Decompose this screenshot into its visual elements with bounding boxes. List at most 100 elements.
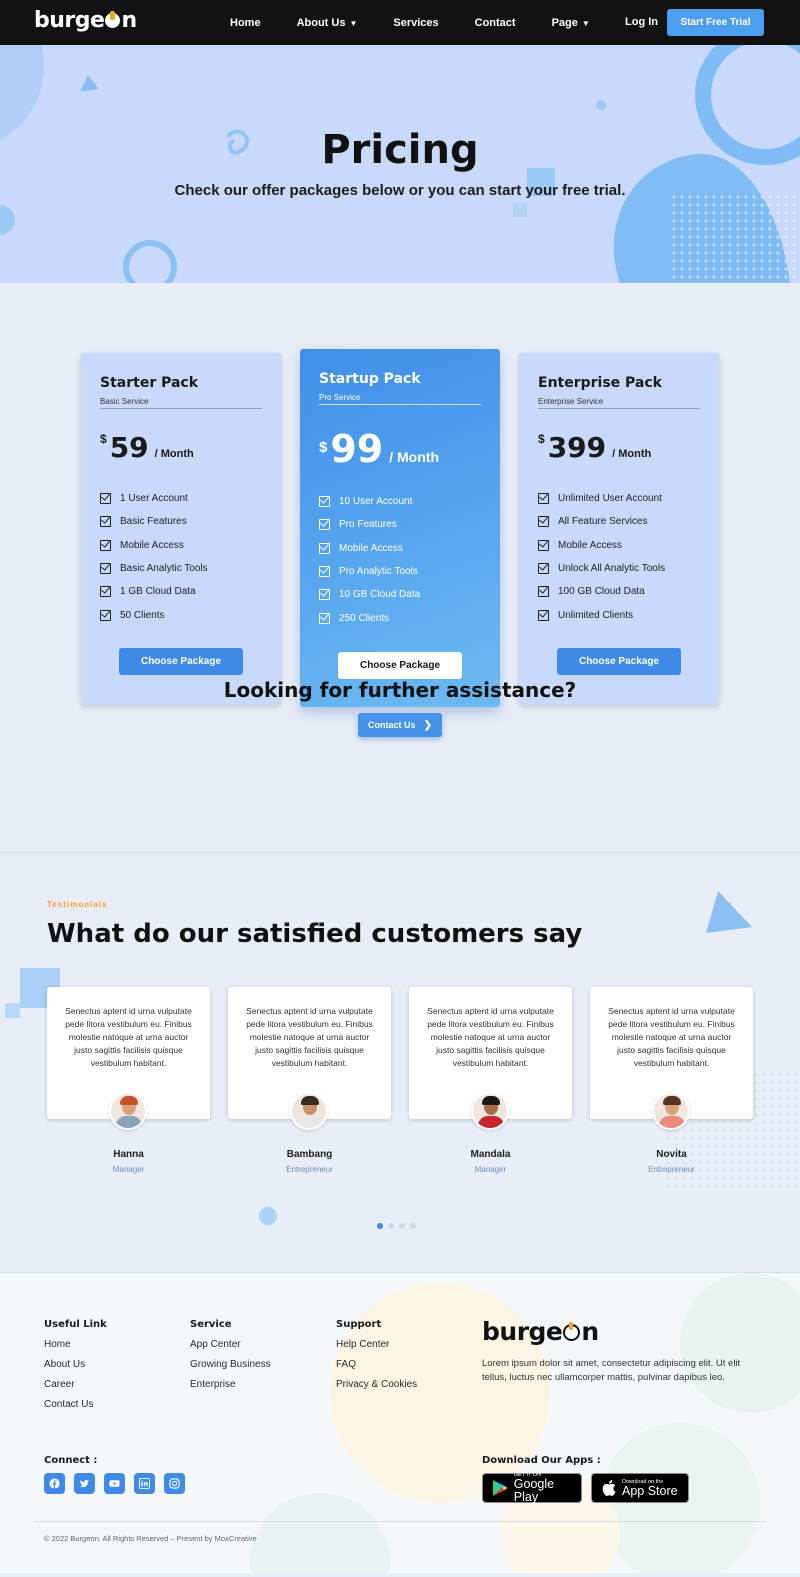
app-store-badge[interactable]: Download on the App Store <box>591 1473 689 1503</box>
testimonial-quote: Senectus aptent id urna vulputate pede l… <box>65 1006 192 1068</box>
nav-services[interactable]: Services <box>393 17 438 29</box>
feature-item: Pro Analytic Tools <box>319 560 420 583</box>
testimonial-role: Entrepreneur <box>286 1165 333 1174</box>
footer-link[interactable]: App Center <box>190 1339 271 1359</box>
pricing-card-enterprise: Enterprise Pack Enterprise Service $ 399… <box>519 353 719 705</box>
testimonial-role: Manager <box>112 1165 145 1174</box>
instagram-icon[interactable] <box>164 1473 185 1494</box>
footer-logo[interactable]: burge n <box>482 1317 599 1346</box>
google-play-icon <box>492 1480 508 1496</box>
feature-item: Unlock All Analytic Tools <box>538 557 665 580</box>
feature-item: 10 User Account <box>319 490 420 513</box>
price-currency: $ <box>538 432 545 446</box>
footer-link[interactable]: Enterprise <box>190 1379 271 1399</box>
pricing-section: Starter Pack Basic Service $ 59 / Month … <box>0 283 800 853</box>
nav-about[interactable]: About Us ▼ <box>297 17 358 29</box>
choose-package-button[interactable]: Choose Package <box>557 648 681 675</box>
checkbox-checked-icon <box>538 539 549 551</box>
avatar <box>109 1092 147 1130</box>
chevron-right-icon: ❯ <box>423 719 432 731</box>
footer-link[interactable]: Privacy & Cookies <box>336 1379 417 1399</box>
footer-divider <box>34 1521 766 1522</box>
checkbox-checked-icon <box>100 609 111 621</box>
footer-link[interactable]: Growing Business <box>190 1359 271 1379</box>
testimonial-role: Manager <box>474 1165 507 1174</box>
nav-home[interactable]: Home <box>230 17 261 29</box>
footer-support-links: Support Help Center FAQ Privacy & Cookie… <box>336 1319 417 1399</box>
checkbox-checked-icon <box>538 516 549 528</box>
feature-item: Basic Features <box>100 510 208 533</box>
feature-item: 250 Clients <box>319 606 420 629</box>
feature-item: All Feature Services <box>538 510 665 533</box>
plan-subtitle: Basic Service <box>100 397 262 409</box>
plan-price: $ 99 / Month <box>319 427 439 471</box>
feature-item: 50 Clients <box>100 603 208 626</box>
testimonial-quote: Senectus aptent id urna vulputate pede l… <box>427 1006 554 1068</box>
carousel-dot[interactable] <box>377 1223 383 1229</box>
checkbox-checked-icon <box>319 589 330 601</box>
start-trial-button[interactable]: Start Free Trial <box>667 9 764 36</box>
footer-heading: Useful Link <box>44 1319 107 1330</box>
feature-item: Mobile Access <box>100 534 208 557</box>
nav-contact[interactable]: Contact <box>475 17 516 29</box>
plan-subtitle: Pro Service <box>319 393 481 405</box>
login-link[interactable]: Log In <box>625 16 658 28</box>
footer-link[interactable]: Home <box>44 1339 107 1359</box>
price-currency: $ <box>319 439 328 456</box>
footer-link[interactable]: About Us <box>44 1359 107 1379</box>
testimonials-section: Testimonials What do our satisfied custo… <box>0 853 800 1273</box>
footer-useful-links: Useful Link Home About Us Career Contact… <box>44 1319 107 1419</box>
youtube-icon[interactable] <box>104 1473 125 1494</box>
checkbox-checked-icon <box>100 539 111 551</box>
feature-list: 1 User Account Basic Features Mobile Acc… <box>100 487 208 627</box>
twitter-icon[interactable] <box>74 1473 95 1494</box>
feature-item: Unlimited User Account <box>538 487 665 510</box>
footer-link[interactable]: FAQ <box>336 1359 417 1379</box>
contact-us-button[interactable]: Contact Us ❯ <box>358 713 442 737</box>
nav-page[interactable]: Page ▼ <box>552 17 590 29</box>
feature-item: 1 User Account <box>100 487 208 510</box>
linkedin-icon[interactable] <box>134 1473 155 1494</box>
chevron-down-icon: ▼ <box>349 18 358 28</box>
checkbox-checked-icon <box>319 496 330 508</box>
footer-decoration <box>250 1273 800 1573</box>
footer-link[interactable]: Contact Us <box>44 1399 107 1419</box>
plan-price: $ 399 / Month <box>538 431 651 464</box>
footer-link[interactable]: Career <box>44 1379 107 1399</box>
checkbox-checked-icon <box>538 563 549 575</box>
site-footer: Useful Link Home About Us Career Contact… <box>0 1273 800 1573</box>
plan-subtitle: Enterprise Service <box>538 397 700 409</box>
avatar <box>471 1092 509 1130</box>
checkbox-checked-icon <box>538 586 549 598</box>
copyright-text: © 2022 Burgeon, All Rights Reserved – Pr… <box>44 1534 257 1543</box>
feature-item: 1 GB Cloud Data <box>100 580 208 603</box>
brand-logo[interactable]: burge n <box>34 8 137 33</box>
carousel-dot[interactable] <box>399 1223 405 1229</box>
google-play-badge[interactable]: GET IT ON Google Play <box>482 1472 582 1504</box>
facebook-icon[interactable] <box>44 1473 65 1494</box>
testimonials-title: What do our satisfied customers say <box>47 919 583 949</box>
carousel-dot[interactable] <box>388 1223 394 1229</box>
checkbox-checked-icon <box>100 586 111 598</box>
page-subtitle: Check our offer packages below or you ca… <box>174 182 626 199</box>
feature-item: Mobile Access <box>319 537 420 560</box>
choose-package-button[interactable]: Choose Package <box>119 648 243 675</box>
testimonial-name: Novita <box>656 1149 687 1160</box>
feature-list: Unlimited User Account All Feature Servi… <box>538 487 665 627</box>
checkbox-checked-icon <box>319 542 330 554</box>
feature-item: 100 GB Cloud Data <box>538 580 665 603</box>
footer-link[interactable]: Help Center <box>336 1339 417 1359</box>
price-period: / Month <box>389 449 439 465</box>
testimonial-role: Entrepreneur <box>648 1165 695 1174</box>
carousel-dot[interactable] <box>410 1223 416 1229</box>
footer-service-links: Service App Center Growing Business Ente… <box>190 1319 271 1399</box>
price-amount: 59 <box>109 431 149 464</box>
testimonial-name: Mandala <box>470 1149 511 1160</box>
footer-description: Lorem ipsum dolor sit amet, consectetur … <box>482 1358 741 1383</box>
choose-package-button[interactable]: Choose Package <box>338 652 462 679</box>
pricing-card-starter: Starter Pack Basic Service $ 59 / Month … <box>81 353 281 705</box>
download-apps-label: Download Our Apps : <box>482 1455 601 1466</box>
plan-name: Startup Pack <box>319 371 421 387</box>
testimonial-quote: Senectus aptent id urna vulputate pede l… <box>608 1006 735 1068</box>
price-period: / Month <box>612 448 652 460</box>
